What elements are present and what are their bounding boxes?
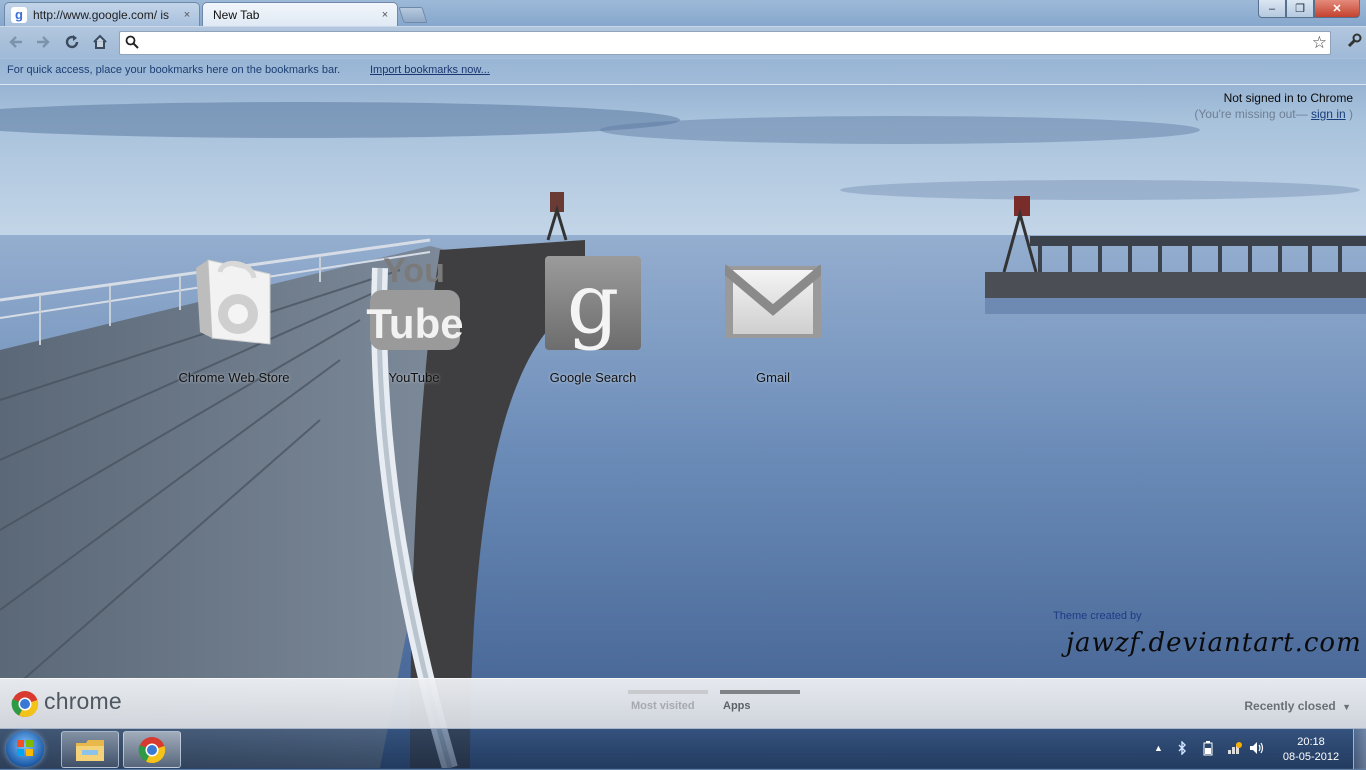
svg-text:g: g bbox=[567, 257, 620, 352]
footer-tab-apps[interactable]: Apps bbox=[720, 690, 800, 712]
volume-icon[interactable] bbox=[1249, 741, 1265, 758]
omnibox-input[interactable] bbox=[144, 34, 1308, 54]
google-search-icon: g bbox=[545, 256, 641, 352]
ntp-footer: chrome Most visited Apps Recently closed… bbox=[0, 678, 1366, 729]
app-gmail[interactable]: Gmail bbox=[703, 252, 843, 392]
chrome-icon bbox=[138, 736, 166, 763]
tab-close-icon[interactable]: × bbox=[181, 9, 193, 21]
battery-icon[interactable] bbox=[1203, 741, 1213, 759]
taskbar: ▲ 20:18 08-05-2012 bbox=[0, 728, 1366, 769]
bluetooth-icon[interactable] bbox=[1177, 740, 1187, 758]
app-label: Chrome Web Store bbox=[178, 370, 290, 385]
app-chrome-web-store[interactable]: Chrome Web Store bbox=[164, 252, 304, 392]
signin-promo-text: (You're missing out— bbox=[1194, 107, 1308, 121]
maximize-button[interactable]: ❐ bbox=[1286, 0, 1314, 18]
svg-text:You: You bbox=[383, 252, 445, 290]
tab-strip: g http://www.google.com/ is × New Tab × … bbox=[0, 0, 1366, 26]
windows-logo-icon bbox=[17, 740, 33, 756]
app-google-search[interactable]: g Google Search bbox=[523, 252, 663, 392]
new-tab-button[interactable] bbox=[398, 7, 428, 23]
back-button[interactable] bbox=[6, 32, 26, 52]
footer-tab-label: Apps bbox=[723, 700, 751, 712]
chrome-wordmark: chrome bbox=[44, 688, 122, 714]
forward-button[interactable] bbox=[33, 32, 53, 52]
chevron-down-icon: ▼ bbox=[1342, 702, 1351, 712]
clock-date: 08-05-2012 bbox=[1282, 751, 1340, 763]
taskbar-chrome-button[interactable] bbox=[123, 731, 181, 768]
footer-tab-label: Most visited bbox=[631, 700, 695, 712]
back-arrow-icon bbox=[9, 36, 22, 48]
app-label: Google Search bbox=[549, 370, 637, 385]
google-favicon-icon: g bbox=[11, 6, 27, 23]
footer-tab-indicator bbox=[720, 690, 800, 694]
window-controls: – ❐ ✕ bbox=[1258, 0, 1360, 18]
footer-tab-most-visited[interactable]: Most visited bbox=[628, 690, 708, 712]
app-youtube[interactable]: You Tube YouTube bbox=[344, 252, 484, 392]
close-button[interactable]: ✕ bbox=[1314, 0, 1360, 18]
import-bookmarks-link[interactable]: Import bookmarks now... bbox=[370, 64, 490, 76]
tab-new-tab[interactable]: New Tab × bbox=[202, 2, 398, 26]
taskbar-explorer-button[interactable] bbox=[61, 731, 119, 768]
bookmarks-bar: For quick access, place your bookmarks h… bbox=[0, 58, 1366, 85]
toolbar: ☆ bbox=[0, 26, 1366, 59]
folder-icon bbox=[76, 739, 104, 761]
tray-overflow-icon[interactable]: ▲ bbox=[1154, 743, 1163, 753]
tab-google[interactable]: g http://www.google.com/ is × bbox=[4, 2, 200, 26]
app-label: YouTube bbox=[388, 370, 440, 385]
tab-title: New Tab bbox=[213, 7, 260, 22]
clock-time: 20:18 bbox=[1297, 736, 1325, 748]
wrench-icon bbox=[1347, 33, 1362, 48]
tab-close-icon[interactable]: × bbox=[379, 9, 391, 21]
signin-status: Not signed in to Chrome bbox=[1223, 91, 1353, 105]
chrome-logo-icon bbox=[11, 691, 39, 718]
reload-button[interactable] bbox=[62, 32, 82, 52]
footer-tab-indicator bbox=[628, 690, 708, 694]
star-icon[interactable]: ☆ bbox=[1312, 33, 1327, 53]
forward-arrow-icon bbox=[37, 36, 50, 48]
svg-text:Tube: Tube bbox=[366, 300, 462, 347]
youtube-icon: You Tube bbox=[366, 252, 462, 350]
home-button[interactable] bbox=[90, 32, 110, 52]
network-icon[interactable] bbox=[1227, 741, 1243, 758]
reload-icon bbox=[65, 35, 79, 49]
tab-title: http://www.google.com/ is bbox=[33, 7, 170, 22]
omnibox[interactable]: ☆ bbox=[119, 31, 1331, 55]
wrench-menu-button[interactable] bbox=[1346, 33, 1362, 53]
chrome-web-store-icon bbox=[196, 259, 271, 345]
app-label: Gmail bbox=[756, 370, 790, 385]
home-icon bbox=[93, 34, 107, 49]
theme-credit-signature[interactable]: jawzf.deviantart.com bbox=[1066, 628, 1362, 658]
taskbar-clock[interactable]: 20:18 08-05-2012 bbox=[1280, 735, 1342, 765]
start-button[interactable] bbox=[6, 731, 44, 767]
show-desktop-button[interactable] bbox=[1353, 729, 1366, 769]
sign-in-link[interactable]: sign in bbox=[1311, 107, 1346, 121]
bookmarks-hint: For quick access, place your bookmarks h… bbox=[7, 64, 341, 76]
minimize-button[interactable]: – bbox=[1258, 0, 1286, 18]
signin-promo: (You're missing out— sign in ) bbox=[1194, 107, 1353, 121]
gmail-icon bbox=[725, 264, 821, 338]
search-icon bbox=[125, 35, 139, 49]
recently-closed-label: Recently closed bbox=[1244, 699, 1336, 713]
theme-credit-label: Theme created by bbox=[1053, 610, 1142, 622]
signin-promo-end: ) bbox=[1349, 107, 1353, 121]
recently-closed-menu[interactable]: Recently closed ▼ bbox=[1244, 699, 1351, 713]
